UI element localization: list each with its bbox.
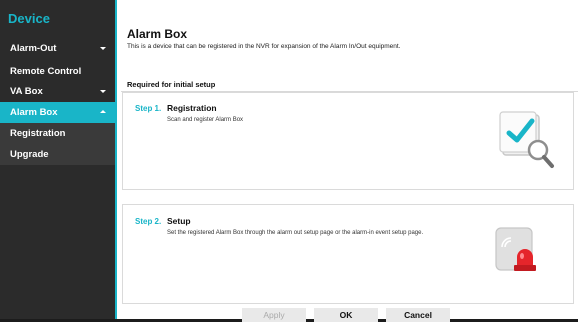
sidebar-item-registration[interactable]: Registration [0,123,115,144]
sidebar-item-label: VA Box [10,86,43,97]
step-description: Scan and register Alarm Box [167,117,244,123]
registration-scan-icon [497,109,559,176]
chevron-up-icon [100,109,106,113]
sidebar: Device Alarm-Out Remote Control VA Box A… [0,0,115,319]
step-description: Set the registered Alarm Box through the… [167,230,424,236]
step-name: Setup [167,216,191,226]
required-setup-label: Required for initial setup [127,80,216,89]
ok-button[interactable]: OK [314,308,378,322]
sidebar-item-label: Upgrade [10,149,49,160]
sidebar-item-label: Alarm Box [10,107,58,118]
sidebar-item-alarm-box[interactable]: Alarm Box [0,102,115,123]
chevron-down-icon [100,46,106,50]
page-title: Alarm Box [127,27,188,41]
sidebar-item-label: Registration [10,128,66,139]
chevron-down-icon [100,89,106,93]
sidebar-item-upgrade[interactable]: Upgrade [0,144,115,165]
alarm-siren-icon [493,225,543,282]
step-card-setup[interactable]: Step 2. Setup Set the registered Alarm B… [122,204,574,304]
step-number: Step 2. [135,217,162,226]
step-number: Step 1. [135,104,162,113]
sidebar-item-va-box[interactable]: VA Box [0,81,115,102]
cancel-button[interactable]: Cancel [386,308,450,322]
step-card-registration[interactable]: Step 1. Registration Scan and register A… [122,92,574,190]
sidebar-title: Device [8,11,50,26]
sidebar-item-alarm-out[interactable]: Alarm-Out [0,38,115,59]
sidebar-item-label: Alarm-Out [10,43,57,54]
main-panel: Alarm Box This is a device that can be r… [115,0,578,322]
apply-button[interactable]: Apply [242,308,306,322]
step-name: Registration [167,103,217,113]
page-description: This is a device that can be registered … [127,43,401,50]
sidebar-item-remote-control[interactable]: Remote Control [0,61,115,82]
button-bar: Apply OK Cancel [117,308,578,322]
sidebar-item-label: Remote Control [10,66,82,77]
